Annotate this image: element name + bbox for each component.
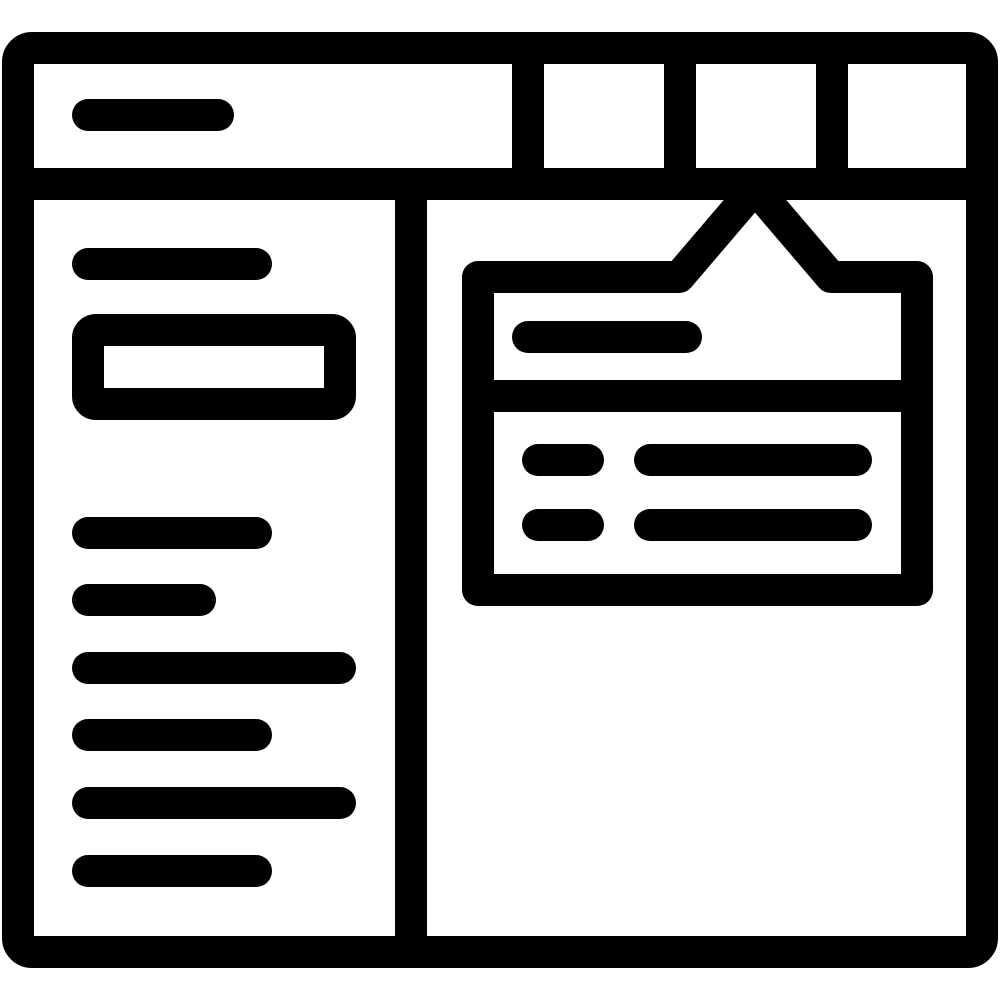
web-layout-icon (2, 32, 998, 968)
icon-canvas: 662479849 (0, 0, 1000, 1000)
stock-id-watermark: 662479849 (6, 776, 25, 874)
sidebar-search-field (72, 314, 356, 420)
